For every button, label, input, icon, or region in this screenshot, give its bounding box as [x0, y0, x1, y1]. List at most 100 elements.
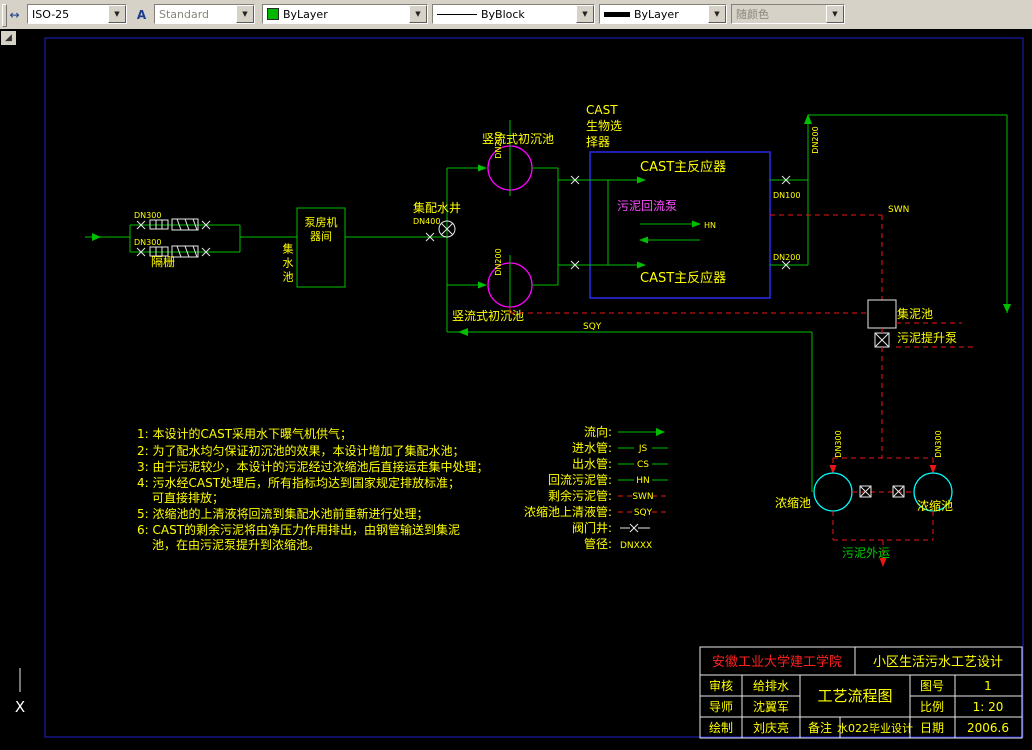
lineweight-combo[interactable]: ByLayer ▼	[599, 4, 727, 24]
pipe-size-label: DN300	[834, 430, 843, 457]
color-swatch-icon	[267, 8, 279, 20]
cast-selector-label-2: 生物选	[586, 119, 622, 133]
legend: 流向: 进水管: JS 出水管: CS 回流污泥管: HN 剩余污泥管: SWN…	[524, 424, 668, 551]
legend-label: 进水管:	[572, 440, 612, 455]
thickeners: DN300 DN300 浓缩池 浓缩池 污泥外运	[775, 430, 953, 567]
cast-reactor: CAST 生物选 择器 CAST主反应器 CAST主反应器 污泥回流泵 HN	[558, 103, 771, 299]
cast-selector-label-1: CAST	[586, 103, 618, 117]
drafter-name: 刘庆亮	[753, 720, 789, 735]
legend-label: 流向:	[584, 424, 612, 439]
note-line: 4: 污水经CAST处理后，所有指标均达到国家规定排放标准；	[137, 475, 460, 490]
sludge-tank-label: 集泥池	[897, 306, 933, 321]
sludge-tank-unit: 集泥池 污泥提升泵	[867, 299, 975, 458]
legend-code: SWN	[632, 492, 653, 502]
remark-label: 备注	[808, 720, 832, 735]
chevron-down-icon[interactable]: ▼	[236, 5, 254, 23]
plot-style-value: 随颜色	[736, 8, 769, 21]
note-line: 3: 由于污泥较少，本设计的污泥经过浓缩池后直接运走集中处理；	[137, 459, 489, 474]
dim-style-icon[interactable]: ↔	[4, 4, 25, 25]
note-line: 池，在由污泥泵提升到浓缩池。	[152, 537, 320, 552]
linetype-combo[interactable]: ByBlock ▼	[432, 4, 595, 24]
notes: 1: 本设计的CAST采用水下曝气机供气； 2: 为了配水均匀保证初沉池的效果，…	[137, 426, 489, 552]
pipe-size-label: DN100	[773, 191, 800, 200]
autocad-window: ↔ ISO-25 ▼ A Standard ▼ ByLayer ▼ ByBloc…	[0, 0, 1032, 750]
pump-house-label-1: 泵房机	[305, 215, 338, 229]
pipe-size-label: DN200	[773, 253, 800, 262]
legend-code: SQY	[634, 508, 653, 518]
chevron-down-icon[interactable]: ▼	[576, 5, 594, 23]
color-combo[interactable]: ByLayer ▼	[262, 4, 428, 24]
lineweight-value: ByLayer	[634, 7, 679, 21]
thickener-circle	[813, 472, 853, 512]
linetype-sample-icon	[437, 13, 477, 15]
return-pump-label: 污泥回流泵	[617, 199, 677, 213]
drafter-label: 绘制	[709, 720, 733, 735]
sludge-pump-label: 污泥提升泵	[897, 330, 957, 345]
reactor-label-bottom: CAST主反应器	[640, 270, 726, 286]
legend-label: 回流污泥管:	[548, 472, 612, 487]
scale-value: 1: 20	[973, 700, 1004, 714]
pump-house-label-2: 器间	[310, 230, 332, 243]
properties-toolbar: ↔ ISO-25 ▼ A Standard ▼ ByLayer ▼ ByBloc…	[0, 0, 1032, 30]
primary-tank-label-top: 竖流式初沉池	[482, 132, 554, 146]
chevron-down-icon[interactable]: ▼	[108, 5, 126, 23]
text-style-icon[interactable]: A	[131, 4, 152, 25]
discipline: 给排水	[753, 679, 789, 693]
chevron-down-icon[interactable]: ▼	[708, 5, 726, 23]
drawing-title: 工艺流程图	[817, 687, 892, 705]
text-style-value: Standard	[159, 7, 210, 21]
distribution-well-label: 集配水井	[413, 200, 461, 215]
pipe-size-label: DN300	[934, 430, 943, 457]
pipe-size-label: DN200	[494, 248, 503, 275]
text-style-combo[interactable]: Standard ▼	[154, 4, 255, 24]
scale-label: 比例	[920, 700, 944, 714]
reactor-label-top: CAST主反应器	[640, 159, 726, 175]
pipe-size-label: DN400	[413, 217, 440, 226]
project-name: 小区生活污水工艺设计	[873, 655, 1003, 670]
sqy-tag: SQY	[583, 322, 602, 332]
pipe-size-label: DN300	[134, 238, 161, 247]
legend-label: 阀门井:	[572, 520, 612, 535]
advisor-label: 导师	[709, 700, 733, 714]
distribution-well: 集配水井 DN400	[345, 168, 461, 332]
dim-style-combo[interactable]: ISO-25 ▼	[27, 4, 127, 24]
ucs-icon: X	[15, 668, 25, 716]
review-label: 审核	[709, 678, 733, 693]
ucs-x-label: X	[15, 698, 25, 716]
draw-toolbar-icon[interactable]: ◢	[1, 31, 16, 45]
note-line: 可直接排放；	[152, 490, 224, 505]
bar-screen-unit: DN300 DN300 隔栅	[85, 211, 297, 269]
legend-code: HN	[636, 476, 650, 486]
collection-tank-label: 集水池	[281, 243, 294, 285]
pipe-size-label: DN200	[811, 126, 820, 153]
note-line: 6: CAST的剩余污泥将由净压力作用排出，由钢管输送到集泥	[137, 522, 460, 537]
note-line: 5: 浓缩池的上清液将回流到集配水池前重新进行处理；	[137, 506, 429, 521]
primary-sedimentation-tanks: DN200 DN200 竖流式初沉池 竖流式初沉池	[447, 120, 559, 323]
bar-screen-label: 隔栅	[151, 254, 175, 269]
advisor-name: 沈翼军	[753, 699, 789, 714]
date-value: 2006.6	[967, 721, 1009, 735]
legend-label: 剩余污泥管:	[548, 488, 612, 503]
drawing-area[interactable]: DN300 DN300 隔栅 泵房机 器间 集配水井 DN400 DN200 D…	[0, 29, 1032, 750]
chevron-down-icon[interactable]: ▼	[409, 5, 427, 23]
remark-value: 水022毕业设计	[837, 722, 913, 735]
swn-tag: SWN	[888, 205, 909, 215]
sludge-out-label: 污泥外运	[842, 546, 890, 560]
university-name: 安徽工业大学建工学院	[712, 654, 842, 670]
date-label: 日期	[920, 721, 944, 735]
pipe-size-label: DN300	[134, 211, 161, 220]
cast-selector-label-3: 择器	[586, 135, 610, 149]
color-value: ByLayer	[283, 7, 328, 21]
note-line: 2: 为了配水均匀保证初沉池的效果，本设计增加了集配水池；	[137, 443, 465, 458]
primary-tank-label-bottom: 竖流式初沉池	[452, 309, 524, 323]
dim-style-value: ISO-25	[32, 7, 70, 21]
legend-label: 管径:	[584, 536, 612, 551]
sheet-label: 图号	[920, 679, 944, 693]
sheet-number: 1	[984, 679, 992, 693]
plot-style-combo: 随颜色 ▼	[731, 4, 845, 24]
legend-code: CS	[637, 460, 649, 470]
note-line: 1: 本设计的CAST采用水下曝气机供气；	[137, 426, 352, 441]
legend-code: DNXXX	[620, 541, 652, 551]
thickener-label-right: 浓缩池	[917, 498, 953, 513]
chevron-down-icon: ▼	[826, 5, 844, 23]
